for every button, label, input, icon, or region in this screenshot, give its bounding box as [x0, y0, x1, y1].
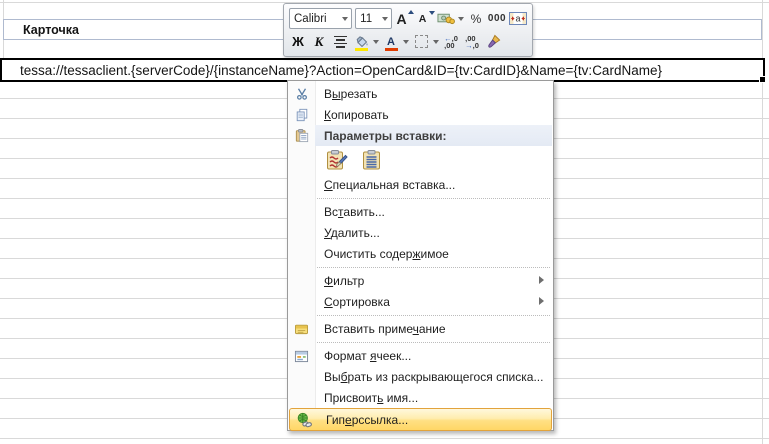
- menu-item-cut[interactable]: Вырезать: [288, 83, 553, 104]
- borders-button[interactable]: [412, 32, 430, 52]
- chevron-down-icon: [342, 17, 348, 21]
- mini-toolbar-row-2: Ж К: [289, 30, 527, 53]
- header-cell-text: Карточка: [23, 23, 79, 37]
- scissors-icon: [288, 87, 315, 101]
- selected-url-cell[interactable]: tessa://tessaclient.{serverCode}/{instan…: [0, 58, 765, 82]
- italic-icon: К: [315, 34, 324, 50]
- hyperlink-icon: [290, 412, 317, 428]
- decrease-decimal-button[interactable]: ←,0 ,00: [442, 32, 460, 52]
- chevron-down-icon[interactable]: [403, 40, 409, 44]
- format-painter-icon: [486, 34, 501, 49]
- arrow-down-icon: [429, 11, 435, 15]
- menu-item-copy[interactable]: Копировать: [288, 104, 553, 125]
- font-color-bar: [385, 48, 398, 51]
- center-align-button[interactable]: [331, 32, 349, 52]
- context-menu: Вырезать Копировать Парам: [287, 80, 554, 431]
- menu-item-clear-contents[interactable]: Очистить содержимое: [288, 243, 553, 264]
- paste-values-icon: [361, 149, 383, 171]
- comma-style-button[interactable]: 000: [488, 9, 506, 29]
- grow-font-button[interactable]: A: [395, 9, 413, 29]
- menu-item-insert-comment[interactable]: Вставить примечание: [288, 318, 553, 339]
- bold-icon: Ж: [292, 34, 304, 49]
- merge-center-icon: a: [509, 12, 527, 25]
- merge-center-button[interactable]: a: [509, 9, 527, 29]
- paste-keep-formatting-button[interactable]: [324, 148, 350, 172]
- increase-decimal-icon: ,00 →,0: [465, 35, 479, 49]
- increase-decimal-button[interactable]: ,00 →,0: [463, 32, 481, 52]
- mini-toolbar: Calibri 11 A A: [283, 3, 533, 57]
- bold-button[interactable]: Ж: [289, 32, 307, 52]
- menu-item-pick-from-list[interactable]: Выбрать из раскрывающегося списка...: [288, 366, 553, 387]
- paste-values-button[interactable]: [359, 148, 385, 172]
- chevron-down-icon: [382, 17, 388, 21]
- comment-icon: [288, 322, 315, 335]
- svg-text:a: a: [515, 14, 520, 24]
- menu-item-define-name[interactable]: Присвоить имя...: [288, 387, 553, 408]
- menu-item-insert[interactable]: Вставить...: [288, 201, 553, 222]
- chevron-down-icon[interactable]: [373, 40, 379, 44]
- menu-item-paste-options-header: Параметры вставки:: [288, 125, 553, 146]
- url-cell-text: tessa://tessaclient.{serverCode}/{instan…: [20, 63, 662, 78]
- chevron-down-icon[interactable]: [433, 40, 439, 44]
- fill-color-bar: [355, 48, 368, 51]
- accounting-format-button[interactable]: [437, 9, 455, 29]
- font-size-value: 11: [360, 13, 372, 25]
- money-icon: [437, 12, 455, 25]
- percent-style-button[interactable]: %: [467, 9, 485, 29]
- font-color-button[interactable]: А: [382, 32, 400, 52]
- thousands-icon: 000: [488, 13, 506, 24]
- decrease-decimal-icon: ←,0 ,00: [444, 35, 458, 49]
- center-align-icon: [334, 36, 347, 48]
- format-cells-icon: [288, 349, 315, 363]
- menu-item-sort[interactable]: Сортировка: [288, 291, 553, 312]
- excel-worksheet: Карточка tessa://tessaclient.{serverCode…: [0, 0, 769, 444]
- fill-color-icon: [354, 33, 369, 51]
- gridline: [0, 438, 769, 439]
- borders-icon: [415, 35, 428, 48]
- menu-item-delete[interactable]: Удалить...: [288, 222, 553, 243]
- format-painter-button[interactable]: [484, 32, 502, 52]
- fill-color-button[interactable]: [352, 32, 370, 52]
- shrink-font-button[interactable]: A: [416, 9, 434, 29]
- copy-icon: [288, 108, 315, 122]
- submenu-arrow-icon: [539, 297, 544, 305]
- mini-toolbar-row-1: Calibri 11 A A: [289, 7, 527, 30]
- font-name-select[interactable]: Calibri: [289, 8, 352, 29]
- paste-icon: [288, 128, 315, 143]
- menu-item-hyperlink[interactable]: Гиперссылка...: [289, 408, 552, 431]
- menu-item-format-cells[interactable]: Формат ячеек...: [288, 345, 553, 366]
- arrow-up-icon: [408, 10, 414, 14]
- percent-icon: %: [471, 12, 482, 26]
- fill-handle[interactable]: [759, 76, 766, 83]
- submenu-arrow-icon: [539, 276, 544, 284]
- menu-item-paste-special[interactable]: Специальная вставка...: [288, 174, 553, 195]
- chevron-down-icon[interactable]: [458, 17, 464, 21]
- font-size-select[interactable]: 11: [355, 8, 392, 29]
- italic-button[interactable]: К: [310, 32, 328, 52]
- paste-formatting-icon: [326, 149, 348, 171]
- font-name-value: Calibri: [294, 13, 327, 25]
- paste-options-row: [288, 146, 553, 174]
- menu-item-filter[interactable]: Фильтр: [288, 270, 553, 291]
- font-color-icon: А: [385, 33, 398, 51]
